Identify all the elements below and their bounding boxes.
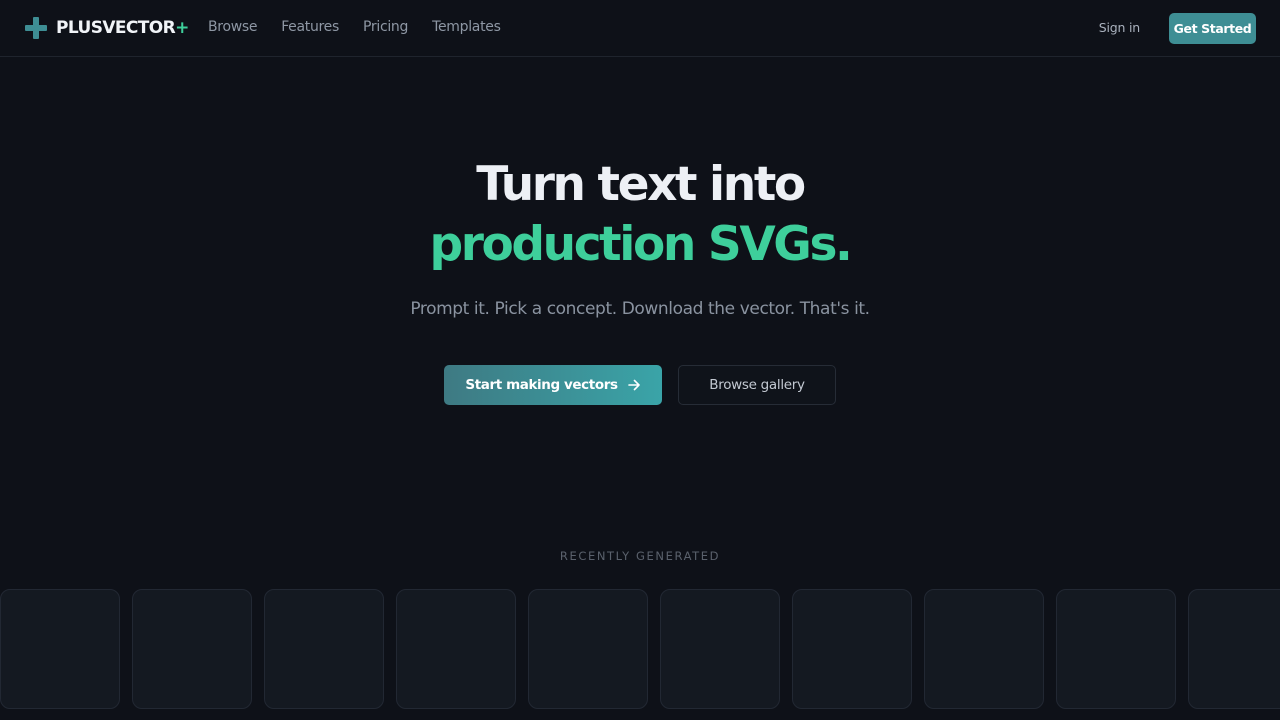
recent-tile[interactable] xyxy=(924,589,1044,709)
main-nav: Browse Features Pricing Templates xyxy=(208,19,525,35)
hero-headline-line-1: Turn text into xyxy=(476,157,806,212)
recent-tile[interactable] xyxy=(528,589,648,709)
recent-tile[interactable] xyxy=(264,589,384,709)
recent-tile[interactable] xyxy=(660,589,780,709)
recent-tile[interactable] xyxy=(0,589,120,709)
nav-item-pricing[interactable]: Pricing xyxy=(363,19,408,35)
hero-headline-line-2: production SVGs. xyxy=(429,217,853,272)
brand-suffix: + xyxy=(175,18,189,38)
arrow-right-icon xyxy=(627,379,640,391)
recent-tiles-strip xyxy=(0,589,1280,720)
recent-tile[interactable] xyxy=(396,589,516,709)
browse-gallery-button[interactable]: Browse gallery xyxy=(678,365,836,405)
get-started-button[interactable]: Get Started xyxy=(1169,13,1256,44)
recent-tile[interactable] xyxy=(132,589,252,709)
hero-subtitle: Prompt it. Pick a concept. Download the … xyxy=(410,299,870,319)
brand-name: PLUSVECTOR xyxy=(56,18,176,38)
start-making-vectors-label: Start making vectors xyxy=(465,377,618,393)
nav-item-features[interactable]: Features xyxy=(281,19,339,35)
plus-logo-icon xyxy=(25,17,47,39)
brand-logo[interactable]: PLUSVECTOR+ xyxy=(24,16,189,40)
browse-gallery-label: Browse gallery xyxy=(709,377,805,393)
recent-tile[interactable] xyxy=(1056,589,1176,709)
sign-in-link[interactable]: Sign in xyxy=(1099,20,1140,35)
start-making-vectors-button[interactable]: Start making vectors xyxy=(444,365,662,405)
recent-tile[interactable] xyxy=(1188,589,1280,709)
recent-tile[interactable] xyxy=(792,589,912,709)
top-nav-bar: PLUSVECTOR+ Browse Features Pricing Temp… xyxy=(0,0,1280,57)
nav-item-browse[interactable]: Browse xyxy=(208,19,257,35)
recently-generated-label: RECENTLY GENERATED xyxy=(559,549,721,563)
nav-item-templates[interactable]: Templates xyxy=(432,19,501,35)
brand-wordmark: PLUSVECTOR+ xyxy=(56,18,189,38)
